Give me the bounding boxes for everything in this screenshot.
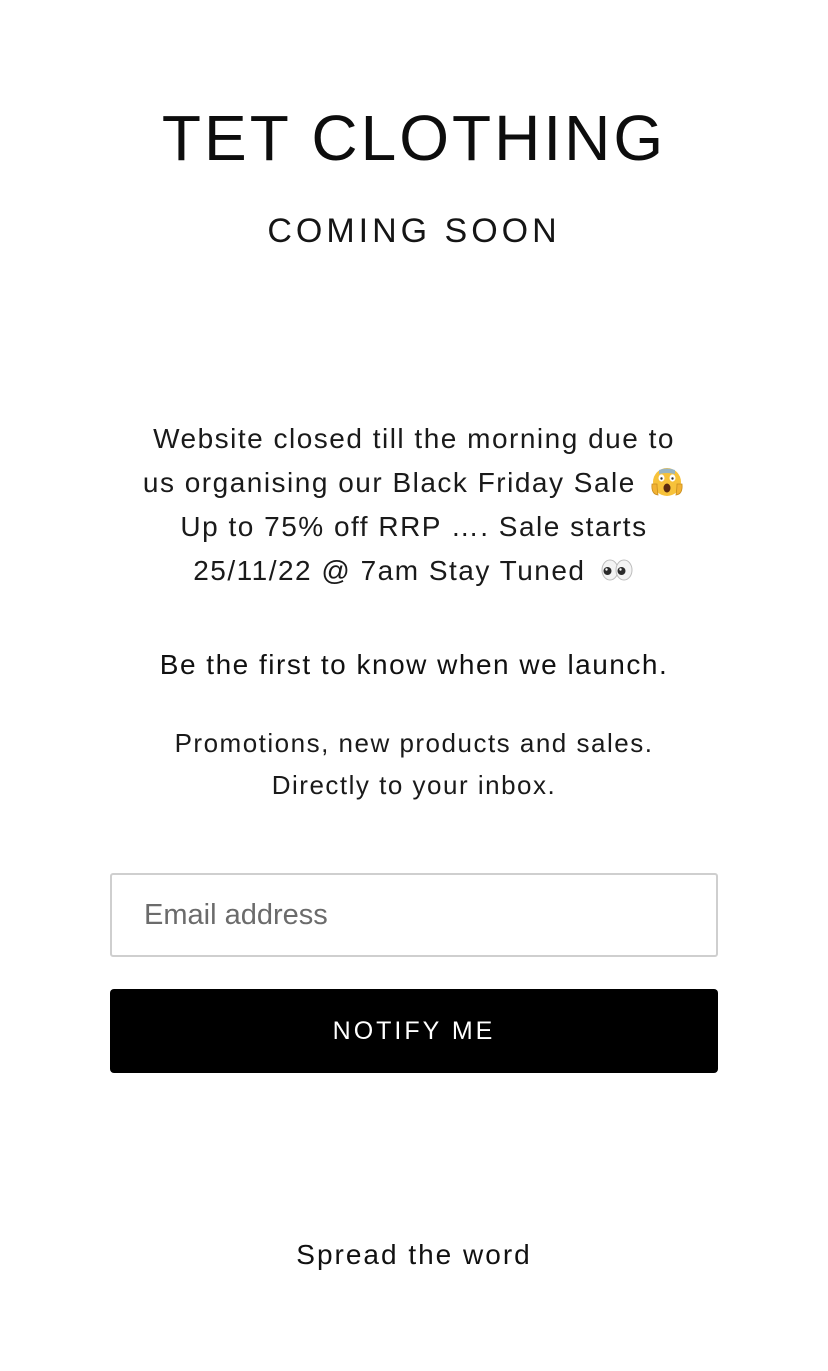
face-screaming-in-fear-icon [649,466,685,498]
announcement-message: Website closed till the morning due to u… [110,417,718,593]
announcement-line: Website closed till the morning due to [153,423,675,454]
spread-the-word-link[interactable]: Spread the word [0,1235,828,1275]
coming-soon-subtitle: COMING SOON [267,212,561,250]
announcement-line: us organising our Black Friday Sale [110,461,718,505]
promo-line: Directly to your inbox. [271,770,557,800]
launch-heading: Be the first to know when we launch. [159,649,669,680]
promo-text: Promotions, new products and sales. Dire… [0,722,828,806]
email-field[interactable] [110,873,718,957]
coming-soon-page: TET CLOTHING COMING SOON Website closed … [0,0,828,1371]
eyes-icon [599,554,635,586]
announcement-line: Up to 75% off RRP …. Sale starts [180,511,648,542]
notify-me-button[interactable]: NOTIFY ME [110,989,718,1073]
announcement-line-text: us organising our Black Friday Sale [142,467,636,498]
brand-title: TET CLOTHING [161,102,667,174]
announcement-line-text: 25/11/22 @ 7am Stay Tuned [193,555,586,586]
promo-line: Promotions, new products and sales. [174,728,654,758]
announcement-line: 25/11/22 @ 7am Stay Tuned [110,549,718,593]
